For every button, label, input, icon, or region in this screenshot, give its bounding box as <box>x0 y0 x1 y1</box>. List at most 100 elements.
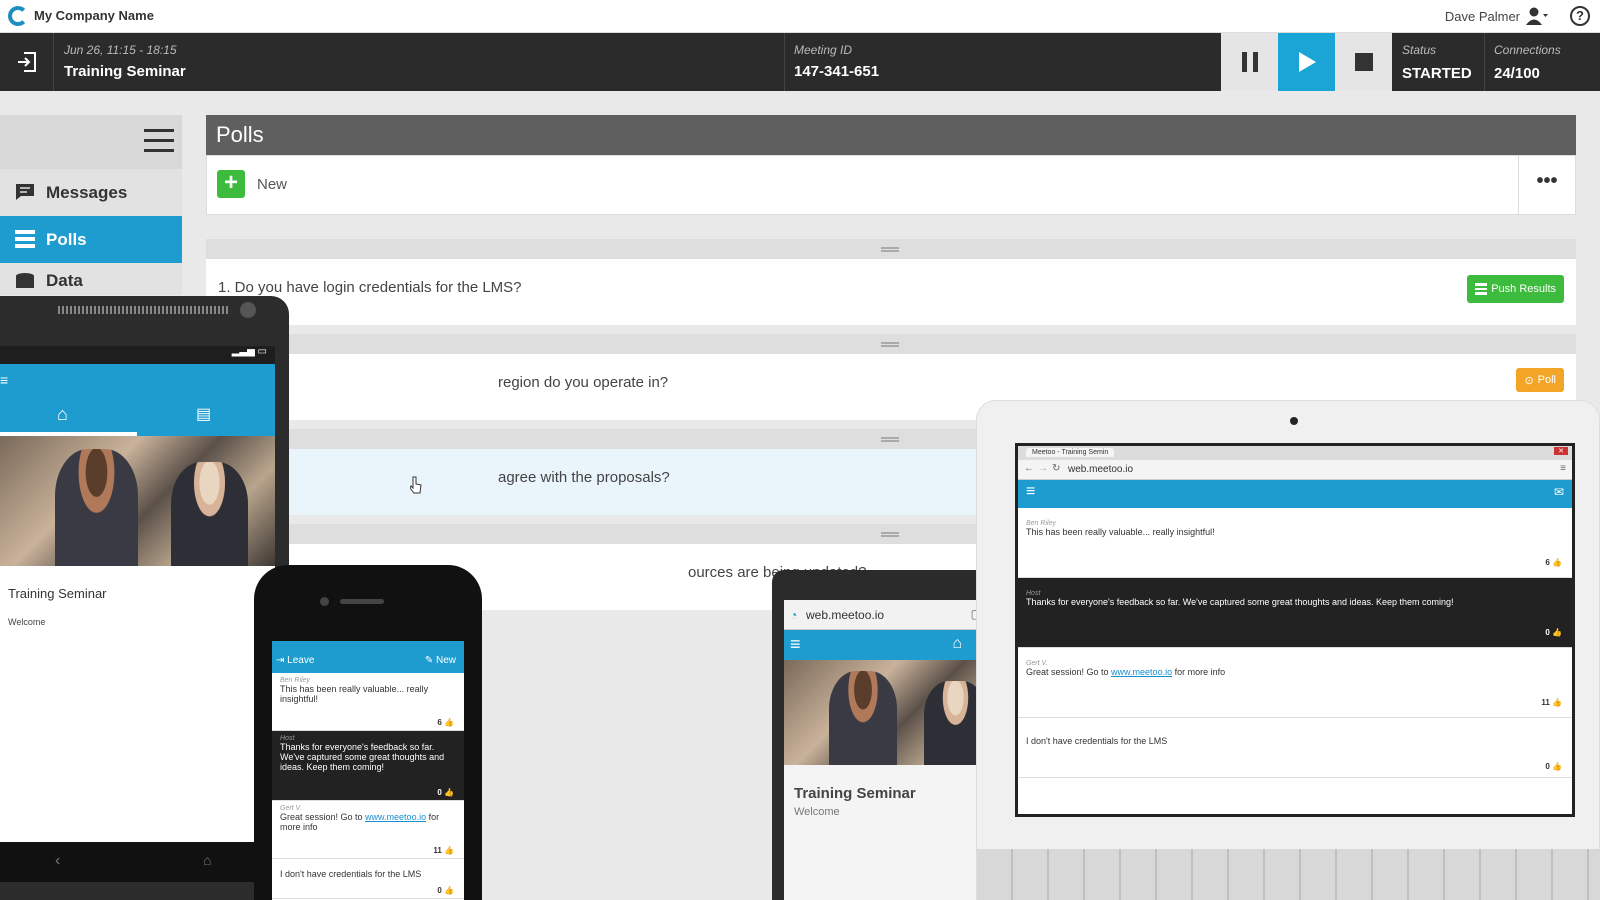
event-photo <box>0 436 275 566</box>
message-item[interactable]: I don't have credentials for the LMS 0 👍 <box>1018 718 1572 778</box>
message-item[interactable]: Host Thanks for everyone's feedback so f… <box>272 731 464 801</box>
meetoo-link[interactable]: www.meetoo.io <box>365 812 426 822</box>
clock-icon: ⊙ <box>1524 374 1534 387</box>
connections-value: 24/100 <box>1494 65 1540 82</box>
menu-icon[interactable]: ≡ <box>790 634 801 655</box>
data-icon <box>16 273 34 288</box>
sidebar-item-messages[interactable]: Messages <box>0 169 182 216</box>
exit-icon <box>17 52 36 72</box>
drag-handle[interactable] <box>206 239 1576 259</box>
home-icon[interactable]: ⌂ <box>952 635 962 653</box>
message-item[interactable]: Ben Riley This has been really valuable.… <box>272 673 464 731</box>
iphone-screen: ⇥ Leave ✎ New Ben Riley This has been re… <box>272 641 464 900</box>
iphone-mockup: ⇥ Leave ✎ New Ben Riley This has been re… <box>254 565 482 900</box>
play-icon <box>1298 52 1316 72</box>
more-options-button[interactable]: ••• <box>1518 156 1575 214</box>
forward-icon[interactable]: → <box>1038 463 1048 474</box>
signal-icon: ▂▃▅ ▭ <box>231 346 267 357</box>
menu-icon[interactable]: ≡ <box>0 372 8 388</box>
like-icon: 👍 <box>444 788 454 797</box>
hamburger-icon <box>144 129 174 153</box>
new-message-button[interactable]: ✎ New <box>425 655 456 666</box>
pause-icon <box>1241 52 1258 72</box>
mail-icon[interactable]: ✉ <box>1554 485 1564 499</box>
drag-handle[interactable] <box>206 334 1576 354</box>
stop-icon <box>1354 53 1373 71</box>
poll-button[interactable]: ⊙ Poll <box>1516 368 1564 392</box>
earpiece <box>340 599 384 604</box>
message-item[interactable]: Gert V. Great session! Go to www.meetoo.… <box>1018 648 1572 718</box>
laptop-app-bar: ≡ ✉ <box>1018 480 1572 508</box>
sidebar-item-data[interactable]: Data <box>0 263 182 295</box>
message-item[interactable]: I don't have credentials for the LMS 0 👍 <box>272 859 464 899</box>
tablet-url[interactable]: web.meetoo.io <box>806 608 884 622</box>
like-icon: 👍 <box>1552 698 1562 707</box>
browser-tab-bar: Meetoo - Training Semin ✕ <box>1018 446 1572 460</box>
app-bar: ≡ ⌂ ▤ <box>0 364 275 436</box>
message-item[interactable]: Ben Riley This has been really valuable.… <box>1018 508 1572 578</box>
android-nav-bar: ‹ ⌂ <box>0 842 275 882</box>
meeting-id-value: 147-341-651 <box>794 63 880 80</box>
message-item[interactable]: Host Thanks for everyone's feedback so f… <box>1018 578 1572 648</box>
status-bar: ▂▃▅ ▭ <box>0 346 275 364</box>
sidebar: Messages Polls Data <box>0 115 182 295</box>
reload-icon[interactable]: ↻ <box>1052 463 1060 474</box>
status-label: Status <box>1402 43 1437 57</box>
panel-title: Polls <box>206 115 1576 155</box>
meeting-id-label: Meeting ID <box>794 43 853 57</box>
company-logo-icon <box>8 6 28 26</box>
messages-icon <box>16 184 34 200</box>
polls-icon <box>15 230 35 248</box>
laptop-keyboard <box>977 849 1600 900</box>
message-item[interactable]: Gert V. Great session! Go to www.meetoo.… <box>272 801 464 859</box>
stop-button[interactable] <box>1335 33 1392 91</box>
user-dropdown-icon[interactable] <box>1526 6 1548 26</box>
browser-address-bar: ← → ↻ web.meetoo.io ≡ <box>1018 460 1572 480</box>
sidebar-item-polls[interactable]: Polls <box>0 216 182 263</box>
back-icon[interactable]: ← <box>1024 463 1034 474</box>
help-icon[interactable]: ? <box>1570 6 1590 26</box>
meeting-title: Training Seminar <box>64 63 186 80</box>
sidebar-item-label: Polls <box>46 229 87 249</box>
like-icon: 👍 <box>444 846 454 855</box>
browser-menu-icon[interactable]: ≡ <box>1560 463 1566 474</box>
status-value: STARTED <box>1402 65 1472 82</box>
new-poll-button[interactable]: + New <box>217 170 287 198</box>
leave-button[interactable]: ⇥ Leave <box>276 655 314 666</box>
poll-question: 1. Do you have login credentials for the… <box>218 279 522 296</box>
back-icon[interactable]: ‹ <box>55 852 60 870</box>
laptop-url[interactable]: web.meetoo.io <box>1068 464 1133 475</box>
mouse-cursor-icon <box>410 476 422 494</box>
sidebar-item-label: Data <box>46 271 83 290</box>
laptop-screen: Meetoo - Training Semin ✕ ← → ↻ web.meet… <box>1015 443 1575 817</box>
sidebar-item-label: Messages <box>46 182 128 202</box>
like-icon: 👍 <box>1552 762 1562 771</box>
browser-tab[interactable]: Meetoo - Training Semin <box>1026 448 1115 457</box>
like-icon: 👍 <box>444 886 454 895</box>
home-button-icon[interactable]: ⌂ <box>203 852 211 868</box>
webcam-icon <box>1290 417 1298 425</box>
pause-button[interactable] <box>1221 33 1278 91</box>
browser-logo-icon: ◔ <box>790 608 798 622</box>
top-bar: My Company Name Dave Palmer ? <box>0 0 1600 33</box>
connections-label: Connections <box>1494 43 1561 57</box>
exit-meeting-button[interactable] <box>0 33 54 91</box>
poll-row[interactable]: 1. Do you have login credentials for the… <box>206 259 1576 325</box>
android-phone-mockup: ▂▃▅ ▭ ≡ ⌂ ▤ Training Seminar Welcome ‹ ⌂ <box>0 296 289 900</box>
play-button[interactable] <box>1278 33 1335 91</box>
sidebar-menu-toggle[interactable] <box>0 115 182 169</box>
camera-icon <box>240 302 256 318</box>
welcome-text: Welcome <box>8 617 46 627</box>
window-close-icon[interactable]: ✕ <box>1554 447 1568 455</box>
like-icon: 👍 <box>1552 628 1562 637</box>
home-icon[interactable]: ⌂ <box>57 404 68 425</box>
user-name[interactable]: Dave Palmer <box>1445 9 1520 24</box>
meeting-date: Jun 26, 11:15 - 18:15 <box>64 43 177 57</box>
menu-icon[interactable]: ≡ <box>1026 483 1035 501</box>
push-results-button[interactable]: Push Results <box>1467 275 1564 303</box>
meetoo-link[interactable]: www.meetoo.io <box>1111 667 1172 677</box>
chat-icon[interactable]: ▤ <box>196 404 211 424</box>
polls-toolbar: + New ••• <box>206 155 1576 215</box>
android-screen: ▂▃▅ ▭ ≡ ⌂ ▤ Training Seminar Welcome <box>0 346 275 842</box>
iphone-app-bar: ⇥ Leave ✎ New <box>272 651 464 673</box>
